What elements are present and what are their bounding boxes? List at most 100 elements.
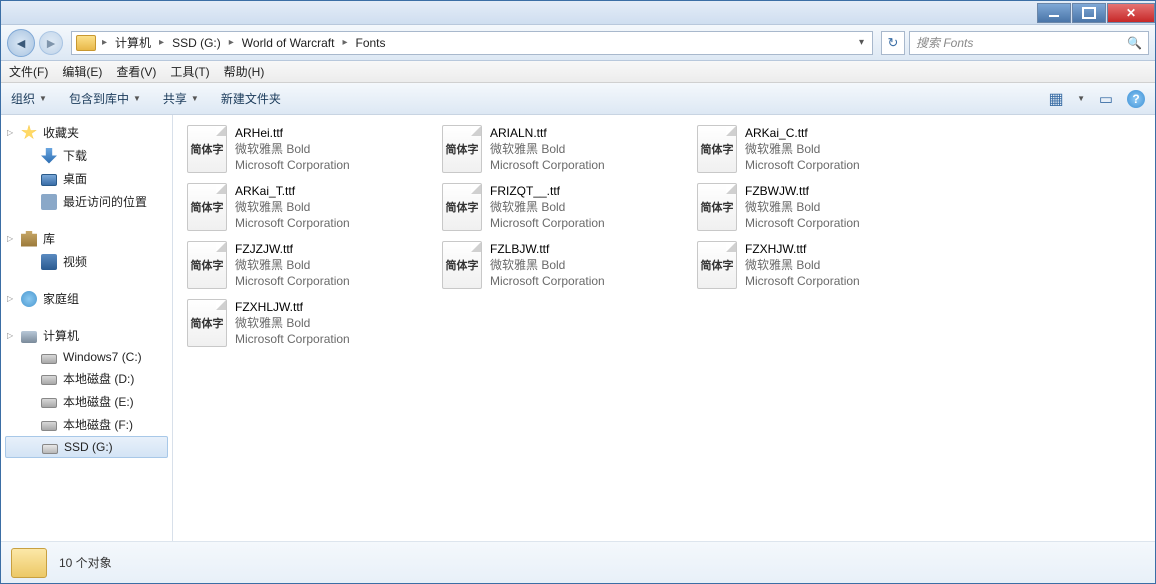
file-info: FZBWJW.ttf 微软雅黑 Bold Microsoft Corporati… bbox=[745, 183, 860, 231]
sidebar-recent[interactable]: 最近访问的位置 bbox=[1, 190, 172, 213]
menu-bar: 文件(F) 编辑(E) 查看(V) 工具(T) 帮助(H) bbox=[1, 61, 1155, 83]
file-item[interactable]: 简体字 FZJZJW.ttf 微软雅黑 Bold Microsoft Corpo… bbox=[183, 237, 438, 295]
font-file-icon: 简体字 bbox=[187, 183, 227, 231]
sidebar-drive-c[interactable]: Windows7 (C:) bbox=[1, 347, 172, 367]
crumb-folder[interactable]: World of Warcraft bbox=[236, 32, 341, 54]
font-file-icon: 简体字 bbox=[442, 125, 482, 173]
refresh-button[interactable]: ↻ bbox=[881, 31, 905, 55]
sidebar-drive-g[interactable]: SSD (G:) bbox=[5, 436, 168, 458]
computer-icon bbox=[21, 331, 37, 343]
menu-edit[interactable]: 编辑(E) bbox=[62, 63, 102, 80]
sidebar-desktop[interactable]: 桌面 bbox=[1, 167, 172, 190]
address-dropdown-icon[interactable]: ▾ bbox=[851, 37, 872, 48]
maximize-button[interactable] bbox=[1072, 3, 1106, 23]
star-icon bbox=[21, 125, 37, 141]
file-subtitle: 微软雅黑 Bold bbox=[235, 315, 350, 331]
sidebar-downloads[interactable]: 下载 bbox=[1, 144, 172, 167]
new-folder-button[interactable]: 新建文件夹 bbox=[221, 90, 281, 107]
file-company: Microsoft Corporation bbox=[235, 215, 350, 231]
library-icon bbox=[21, 231, 37, 247]
recent-icon bbox=[41, 194, 57, 210]
search-placeholder: 搜索 Fonts bbox=[916, 34, 973, 51]
file-info: ARIALN.ttf 微软雅黑 Bold Microsoft Corporati… bbox=[490, 125, 605, 173]
organize-button[interactable]: 组织▼ bbox=[11, 90, 47, 107]
file-subtitle: 微软雅黑 Bold bbox=[235, 257, 350, 273]
file-info: FZXHJW.ttf 微软雅黑 Bold Microsoft Corporati… bbox=[745, 241, 860, 289]
desktop-icon bbox=[41, 174, 57, 186]
file-item[interactable]: 简体字 FZLBJW.ttf 微软雅黑 Bold Microsoft Corpo… bbox=[438, 237, 693, 295]
drive-icon bbox=[41, 375, 57, 385]
menu-tools[interactable]: 工具(T) bbox=[170, 63, 209, 80]
sidebar-videos[interactable]: 视频 bbox=[1, 250, 172, 273]
sidebar-drive-f[interactable]: 本地磁盘 (F:) bbox=[1, 413, 172, 436]
crumb-folder[interactable]: Fonts bbox=[350, 32, 392, 54]
crumb-sep-icon: ▸ bbox=[100, 37, 109, 48]
file-subtitle: 微软雅黑 Bold bbox=[235, 199, 350, 215]
file-item[interactable]: 简体字 FZBWJW.ttf 微软雅黑 Bold Microsoft Corpo… bbox=[693, 179, 948, 237]
back-button[interactable]: ◄ bbox=[7, 29, 35, 57]
font-file-icon: 简体字 bbox=[442, 183, 482, 231]
menu-view[interactable]: 查看(V) bbox=[116, 63, 156, 80]
file-item[interactable]: 简体字 FRIZQT__.ttf 微软雅黑 Bold Microsoft Cor… bbox=[438, 179, 693, 237]
sidebar-computer[interactable]: 计算机 bbox=[1, 324, 172, 347]
sidebar-drive-e[interactable]: 本地磁盘 (E:) bbox=[1, 390, 172, 413]
file-company: Microsoft Corporation bbox=[490, 157, 605, 173]
file-info: FRIZQT__.ttf 微软雅黑 Bold Microsoft Corpora… bbox=[490, 183, 605, 231]
font-file-icon: 简体字 bbox=[697, 125, 737, 173]
file-company: Microsoft Corporation bbox=[745, 273, 860, 289]
file-name: ARIALN.ttf bbox=[490, 125, 605, 141]
file-subtitle: 微软雅黑 Bold bbox=[490, 199, 605, 215]
file-item[interactable]: 简体字 ARIALN.ttf 微软雅黑 Bold Microsoft Corpo… bbox=[438, 121, 693, 179]
drive-icon bbox=[41, 354, 57, 364]
address-bar[interactable]: ▸ 计算机 ▸ SSD (G:) ▸ World of Warcraft ▸ F… bbox=[71, 31, 873, 55]
file-item[interactable]: 简体字 ARKai_T.ttf 微软雅黑 Bold Microsoft Corp… bbox=[183, 179, 438, 237]
file-name: ARKai_C.ttf bbox=[745, 125, 860, 141]
drive-icon bbox=[41, 421, 57, 431]
view-options-icon[interactable] bbox=[1047, 90, 1065, 108]
file-info: ARKai_C.ttf 微软雅黑 Bold Microsoft Corporat… bbox=[745, 125, 860, 173]
menu-file[interactable]: 文件(F) bbox=[9, 63, 48, 80]
sidebar-homegroup[interactable]: 家庭组 bbox=[1, 287, 172, 310]
file-company: Microsoft Corporation bbox=[235, 273, 350, 289]
share-button[interactable]: 共享▼ bbox=[163, 90, 199, 107]
file-company: Microsoft Corporation bbox=[490, 273, 605, 289]
file-item[interactable]: 简体字 FZXHJW.ttf 微软雅黑 Bold Microsoft Corpo… bbox=[693, 237, 948, 295]
font-file-icon: 简体字 bbox=[187, 241, 227, 289]
file-company: Microsoft Corporation bbox=[745, 157, 860, 173]
include-in-library-button[interactable]: 包含到库中▼ bbox=[69, 90, 141, 107]
titlebar bbox=[1, 1, 1155, 25]
font-file-icon: 简体字 bbox=[442, 241, 482, 289]
crumb-drive[interactable]: SSD (G:) bbox=[166, 32, 227, 54]
close-button[interactable] bbox=[1107, 3, 1155, 23]
folder-icon bbox=[76, 35, 96, 51]
font-file-icon: 简体字 bbox=[697, 183, 737, 231]
forward-button[interactable]: ► bbox=[39, 31, 63, 55]
search-icon: 🔍 bbox=[1127, 36, 1142, 50]
file-info: FZXHLJW.ttf 微软雅黑 Bold Microsoft Corporat… bbox=[235, 299, 350, 347]
file-company: Microsoft Corporation bbox=[235, 157, 350, 173]
file-subtitle: 微软雅黑 Bold bbox=[745, 257, 860, 273]
file-name: FZJZJW.ttf bbox=[235, 241, 350, 257]
file-list[interactable]: 简体字 ARHei.ttf 微软雅黑 Bold Microsoft Corpor… bbox=[173, 115, 1155, 541]
file-subtitle: 微软雅黑 Bold bbox=[490, 141, 605, 157]
sidebar-drive-d[interactable]: 本地磁盘 (D:) bbox=[1, 367, 172, 390]
crumb-sep-icon: ▸ bbox=[157, 37, 166, 48]
search-input[interactable]: 搜索 Fonts 🔍 bbox=[909, 31, 1149, 55]
drive-icon bbox=[42, 444, 58, 454]
sidebar-favorites[interactable]: 收藏夹 bbox=[1, 121, 172, 144]
file-subtitle: 微软雅黑 Bold bbox=[745, 199, 860, 215]
file-item[interactable]: 简体字 FZXHLJW.ttf 微软雅黑 Bold Microsoft Corp… bbox=[183, 295, 438, 353]
crumb-computer[interactable]: 计算机 bbox=[109, 32, 157, 54]
file-item[interactable]: 简体字 ARKai_C.ttf 微软雅黑 Bold Microsoft Corp… bbox=[693, 121, 948, 179]
file-name: FZXHJW.ttf bbox=[745, 241, 860, 257]
help-icon[interactable]: ? bbox=[1127, 90, 1145, 108]
file-item[interactable]: 简体字 ARHei.ttf 微软雅黑 Bold Microsoft Corpor… bbox=[183, 121, 438, 179]
menu-help[interactable]: 帮助(H) bbox=[224, 63, 265, 80]
file-name: ARKai_T.ttf bbox=[235, 183, 350, 199]
file-subtitle: 微软雅黑 Bold bbox=[490, 257, 605, 273]
file-company: Microsoft Corporation bbox=[235, 331, 350, 347]
minimize-button[interactable] bbox=[1037, 3, 1071, 23]
preview-pane-icon[interactable] bbox=[1097, 90, 1115, 108]
file-info: ARHei.ttf 微软雅黑 Bold Microsoft Corporatio… bbox=[235, 125, 350, 173]
sidebar-libraries[interactable]: 库 bbox=[1, 227, 172, 250]
